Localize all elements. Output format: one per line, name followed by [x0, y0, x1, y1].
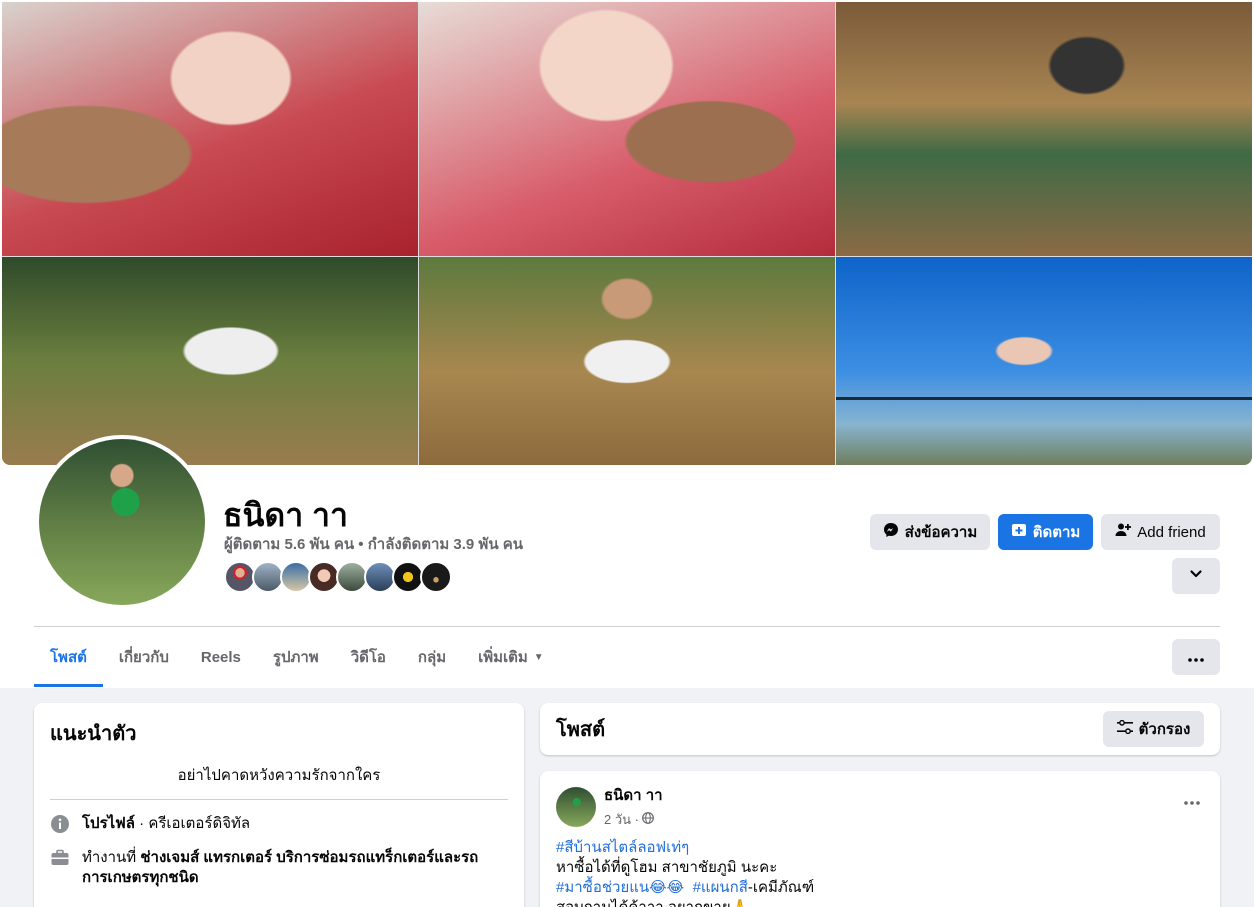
intro-profile-value: · ครีเอเตอร์ดิจิทัล [135, 815, 251, 832]
follow-icon [1011, 522, 1027, 542]
post-author-avatar[interactable] [556, 786, 596, 827]
post-header: ธนิดา าา 2 วัน · [556, 783, 1204, 830]
cover-photo-tile [836, 2, 1252, 256]
hashtag-link[interactable]: #แผนกสี [693, 879, 748, 896]
follow-button[interactable]: ติดตาม [998, 514, 1093, 550]
intro-title: แนะนำตัว [50, 723, 137, 745]
tab-label: รูปภาพ [272, 649, 319, 666]
cover-photo[interactable] [2, 2, 1252, 465]
hashtag-link[interactable]: #สีบ้านสไตล์ลอฟเท่ๆ [556, 839, 689, 856]
add-friend-button[interactable]: Add friend [1101, 514, 1220, 550]
railing-shape [836, 397, 1252, 400]
intro-work-row: ทำงานที่ ช่างเจมส์ แทรกเตอร์ บริการซ่อมร… [50, 848, 508, 888]
mutual-friend-avatars [224, 561, 452, 593]
post-meta: 2 วัน · [604, 809, 663, 830]
filter-button-label: ตัวกรอง [1138, 721, 1191, 738]
post-line: สอบถามได้ค้าาา อยากขาย🙏 [556, 898, 1204, 907]
intro-profile-row: โปรไฟล์ · ครีเอเตอร์ดิจิทัล [50, 814, 508, 834]
post-author-name[interactable]: ธนิดา าา [604, 783, 663, 807]
intro-work-value[interactable]: ช่างเจมส์ แทรกเตอร์ บริการซ่อมรถแทร็กเตอ… [82, 849, 478, 886]
intro-bio: อย่าไปคาดหวังความรักจากใคร [50, 763, 508, 800]
tab-label: เกี่ยวกับ [118, 649, 169, 666]
post-line-rest: -เคมีภัณฑ์ [747, 879, 815, 896]
message-button[interactable]: ส่งข้อความ [870, 514, 990, 550]
profile-avatar-image [39, 439, 205, 605]
chevron-down-icon [1189, 567, 1203, 585]
intro-card: แนะนำตัว อย่าไปคาดหวังความรักจากใคร โปรไ… [34, 703, 524, 907]
post-card: ธนิดา าา 2 วัน · #สีบ้านสไตล์ลอฟเท่ๆ หาซ… [540, 771, 1220, 907]
intro-work-prefix: ทำงานที่ [82, 849, 141, 866]
cover-photo-tile [419, 257, 835, 465]
tab-posts[interactable]: โพสต์ [34, 627, 103, 687]
post-text: #สีบ้านสไตล์ลอฟเท่ๆ หาซื้อได้ที่ดูโฮม สา… [556, 838, 1204, 907]
tab-label: Reels [200, 648, 241, 666]
tab-reels[interactable]: Reels [185, 627, 257, 687]
tab-about[interactable]: เกี่ยวกับ [103, 627, 185, 687]
tab-label: กลุ่ม [417, 649, 447, 666]
briefcase-icon [50, 848, 70, 868]
friend-avatar[interactable] [420, 561, 452, 593]
post-time[interactable]: 2 วัน · [604, 809, 639, 830]
tab-photos[interactable]: รูปภาพ [257, 627, 335, 687]
add-friend-button-label: Add friend [1137, 523, 1206, 541]
more-options-button[interactable] [1172, 558, 1220, 594]
filter-sliders-icon [1116, 719, 1133, 738]
tab-label: โพสต์ [50, 649, 87, 666]
cover-photo-tile [2, 257, 418, 465]
follower-counts[interactable]: ผู้ติดตาม 5.6 พัน คน • กำลังติดตาม 3.9 พ… [224, 532, 523, 556]
cover-photo-tile [419, 2, 835, 256]
tab-label: เพิ่มเติม [478, 649, 528, 666]
messenger-icon [883, 522, 899, 542]
info-icon [50, 814, 70, 834]
posts-title: โพสต์ [556, 719, 606, 741]
caret-down-icon: ▼ [533, 651, 544, 663]
tab-label: วิดีโอ [350, 649, 386, 666]
intro-profile-label: โปรไฟล์ [82, 815, 135, 832]
post-line: หาซื้อได้ที่ดูโฮม สาขาชัยภูมิ นะคะ [556, 859, 778, 876]
posts-header-card: โพสต์ ตัวกรอง [540, 703, 1220, 755]
tab-more[interactable]: เพิ่มเติม ▼ [462, 627, 560, 687]
profile-tabs: โพสต์ เกี่ยวกับ Reels รูปภาพ วิดีโอ กลุ่… [34, 627, 560, 687]
cover-photo-tile [2, 2, 418, 256]
cover-photo-tile [836, 257, 1252, 465]
filter-button[interactable]: ตัวกรอง [1103, 711, 1204, 747]
profile-avatar[interactable] [35, 435, 209, 609]
hashtag-link[interactable]: #มาซื้อช่วยแน😂😂 [556, 879, 684, 896]
tabs-more-button[interactable] [1172, 639, 1220, 675]
tab-videos[interactable]: วิดีโอ [335, 627, 402, 687]
follow-button-label: ติดตาม [1032, 524, 1081, 541]
globe-icon [642, 812, 654, 827]
add-person-icon [1115, 522, 1132, 542]
ellipsis-icon [1188, 649, 1204, 666]
tab-groups[interactable]: กลุ่ม [402, 627, 462, 687]
message-button-label: ส่งข้อความ [904, 524, 978, 541]
post-ellipsis-icon[interactable] [1184, 789, 1200, 810]
